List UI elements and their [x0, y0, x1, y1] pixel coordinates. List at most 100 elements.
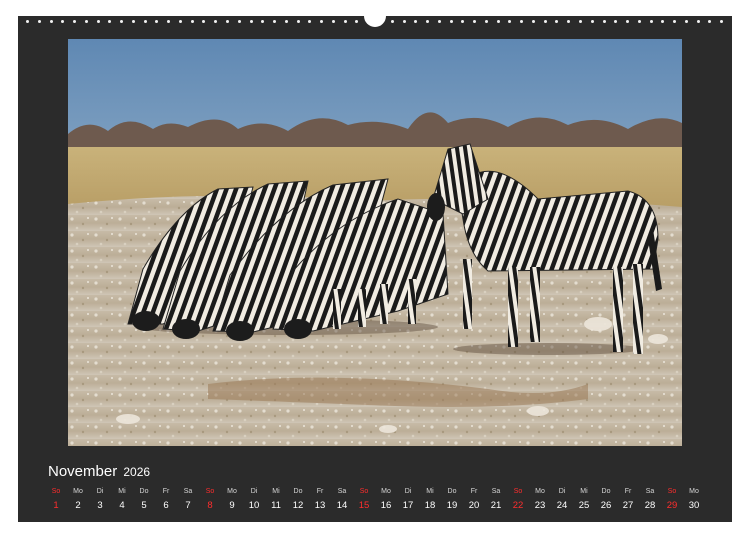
day-cell: Sa 7 [177, 487, 199, 513]
day-cell: Fr 6 [155, 487, 177, 513]
binding-dot [26, 20, 29, 23]
binding-dot [590, 20, 594, 23]
binding-dot [402, 20, 406, 23]
day-cell: Fr 27 [617, 487, 639, 513]
binding-dot [96, 20, 100, 23]
binding-dot [614, 20, 618, 23]
binding-dot [720, 20, 724, 23]
month-name: November [48, 463, 118, 480]
day-cell: So 1 [45, 487, 67, 513]
binding-dot [308, 20, 312, 23]
weekday-label: Sa [183, 488, 193, 495]
weekday-label: Di [404, 488, 412, 495]
binding-dot [320, 20, 324, 23]
weekday-label: Mo [689, 488, 699, 495]
binding-dot [661, 20, 665, 23]
date-number: 23 [534, 500, 546, 511]
date-number: 24 [556, 500, 568, 511]
binding-dot [155, 20, 159, 23]
day-cell: Di 24 [551, 487, 573, 513]
weekday-label: Do [447, 488, 457, 495]
binding-dot [131, 20, 135, 23]
day-cell: Mo 16 [375, 487, 397, 513]
binding-dot [108, 20, 112, 23]
weekday-label: Sa [491, 488, 501, 495]
day-cell: Mi 25 [573, 487, 595, 513]
binding-dot [331, 20, 335, 23]
binding-dot [61, 20, 65, 23]
weekday-label: Mi [580, 488, 588, 495]
binding-dot [649, 20, 653, 23]
weekday-label: Mi [426, 488, 434, 495]
day-cell: Di 10 [243, 487, 265, 513]
day-cell: Di 3 [89, 487, 111, 513]
date-number: 14 [336, 500, 348, 511]
weekday-label: So [51, 488, 61, 495]
weekday-label: Di [558, 488, 566, 495]
binding-dot [578, 20, 582, 23]
date-number: 13 [314, 500, 326, 511]
weekday-label: So [513, 488, 523, 495]
binding-dot [49, 20, 53, 23]
calendar-photo [68, 39, 682, 446]
date-number: 19 [446, 500, 458, 511]
day-cell: Mo 23 [529, 487, 551, 513]
weekday-label: Di [250, 488, 258, 495]
binding-dot [249, 20, 253, 23]
day-grid: So 1 Mo 2 Di 3 Mi 4 Do 5 Fr 6 Sa 7 So 8 Mo 9 Di 10 Mi 11 Do 12 F… [45, 487, 705, 513]
weekday-label: Di [96, 488, 104, 495]
day-cell: Sa 28 [639, 487, 661, 513]
binding-dot [473, 20, 477, 23]
day-cell: So 8 [199, 487, 221, 513]
date-number: 28 [644, 500, 656, 511]
binding-dot [708, 20, 712, 23]
date-number: 4 [119, 500, 125, 511]
zebra-herd-photo [68, 39, 682, 446]
day-cell: Mi 4 [111, 487, 133, 513]
date-number: 8 [207, 500, 213, 511]
binding-dot [296, 20, 300, 23]
day-cell: Mo 30 [683, 487, 705, 513]
weekday-label: Mo [381, 488, 391, 495]
binding-dot [531, 20, 535, 23]
binding-dot [496, 20, 500, 23]
date-number: 20 [468, 500, 480, 511]
date-number: 22 [512, 500, 524, 511]
weekday-label: Fr [624, 488, 632, 495]
weekday-label: Fr [316, 488, 324, 495]
weekday-label: Sa [337, 488, 347, 495]
binding-dot [190, 20, 194, 23]
date-number: 29 [666, 500, 678, 511]
binding-dot [226, 20, 230, 23]
binding-dot [426, 20, 430, 23]
day-cell: Do 19 [441, 487, 463, 513]
wall-calendar-page: November 2026 So 1 Mo 2 Di 3 Mi 4 Do 5 Fr 6 Sa 7 So 8 Mo… [18, 13, 732, 522]
date-number: 6 [163, 500, 169, 511]
binding-dot [284, 20, 288, 23]
binding-dot [178, 20, 182, 23]
binding-dot [567, 20, 571, 23]
weekday-label: Do [293, 488, 303, 495]
day-cell: Mo 2 [67, 487, 89, 513]
year-label: 2026 [123, 465, 151, 479]
date-number: 16 [380, 500, 392, 511]
date-number: 15 [358, 500, 370, 511]
binding-dot [84, 20, 88, 23]
binding-dot [390, 20, 394, 23]
weekday-label: Fr [470, 488, 478, 495]
weekday-label: Do [139, 488, 149, 495]
date-number: 5 [141, 500, 147, 511]
binding-dot [484, 20, 488, 23]
date-number: 1 [53, 500, 59, 511]
weekday-label: Mo [73, 488, 83, 495]
date-number: 2 [75, 500, 81, 511]
binding-dot [520, 20, 524, 23]
date-number: 9 [229, 500, 235, 511]
date-number: 17 [402, 500, 414, 511]
binding-dot [461, 20, 465, 23]
binding-dot [167, 20, 171, 23]
binding-dot [355, 20, 359, 23]
day-cell: Fr 13 [309, 487, 331, 513]
binding-dot [696, 20, 700, 23]
binding-dot [602, 20, 606, 23]
